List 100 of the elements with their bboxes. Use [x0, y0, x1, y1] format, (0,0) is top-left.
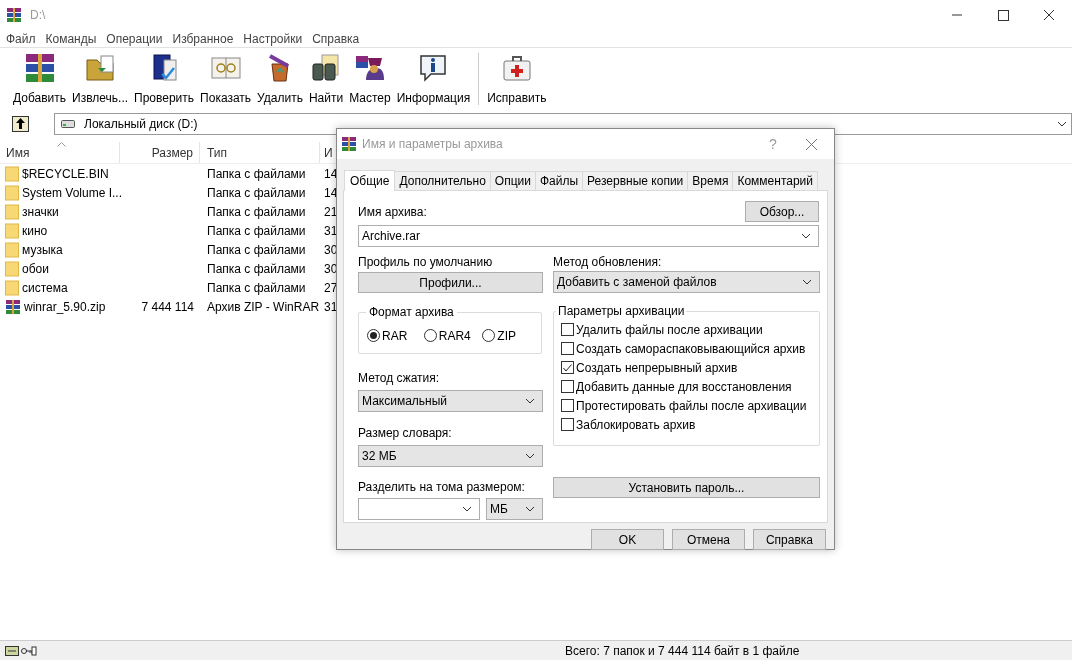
- toolbar-button[interactable]: Мастер: [346, 51, 394, 107]
- archive-books-icon: [6, 7, 22, 23]
- file-size: 7 444 114: [141, 298, 194, 316]
- checkbox[interactable]: [561, 380, 574, 393]
- folder-document-icon: [84, 52, 117, 84]
- radio-option[interactable]: RAR: [367, 326, 424, 345]
- column-header[interactable]: Размер: [120, 142, 200, 163]
- file-name[interactable]: $RECYCLE.BIN: [22, 164, 109, 183]
- dialog-title: Имя и параметры архива: [362, 136, 504, 153]
- column-header[interactable]: Тип: [200, 142, 320, 163]
- tab[interactable]: Комментарий: [733, 171, 818, 190]
- volume-size-field[interactable]: [358, 498, 480, 520]
- browse-button[interactable]: Обзор...: [745, 201, 819, 222]
- folder-icon: [5, 184, 19, 201]
- dropdown[interactable]: 32 МБ: [358, 445, 543, 467]
- tab[interactable]: Файлы: [535, 171, 584, 190]
- checkmark-icon: [563, 363, 572, 372]
- table-cell-text: 14: [324, 165, 338, 183]
- dropdown[interactable]: МБ: [486, 498, 543, 520]
- file-name[interactable]: музыка: [22, 240, 63, 259]
- file-name[interactable]: обои: [22, 259, 49, 278]
- maximize-icon: [997, 9, 1009, 21]
- menu-item[interactable]: Избранное: [167, 29, 239, 48]
- dialog-button[interactable]: Справка: [753, 529, 826, 550]
- toolbar-button[interactable]: Удалить: [254, 51, 306, 107]
- checkbox[interactable]: [561, 361, 574, 374]
- dropdown[interactable]: Добавить с заменой файлов: [553, 271, 820, 293]
- close-icon: [1043, 9, 1055, 21]
- toolbar-button[interactable]: Добавить: [10, 51, 70, 107]
- checkbox-option[interactable]: Удалить файлы после архивации: [561, 323, 819, 336]
- drive-icon: [5, 645, 19, 656]
- checkbox-option[interactable]: Добавить данные для восстановления: [561, 380, 819, 393]
- chevron-down-icon: [525, 398, 535, 404]
- checkbox[interactable]: [561, 323, 574, 336]
- checkbox[interactable]: [561, 418, 574, 431]
- field-label: Имя архива:: [358, 204, 427, 221]
- toolbar-button[interactable]: Найти: [305, 51, 347, 107]
- archive-books-icon: [341, 136, 357, 152]
- tab[interactable]: Общие: [344, 170, 396, 191]
- checkbox-option[interactable]: Создать самораспаковывающийся архив: [561, 342, 819, 355]
- sort-ascending-icon: [57, 142, 66, 147]
- file-name[interactable]: кино: [22, 221, 48, 240]
- up-folder-button[interactable]: [12, 115, 29, 132]
- drive-icon: [61, 119, 75, 128]
- toolbar-button[interactable]: Извлечь...: [69, 51, 132, 107]
- menu-item[interactable]: Настройки: [238, 29, 308, 48]
- toolbar-button[interactable]: Исправить: [484, 51, 550, 107]
- radio-button[interactable]: [423, 329, 437, 342]
- dialog-button[interactable]: Отмена: [672, 529, 745, 550]
- file-type: Папка с файлами: [207, 279, 306, 297]
- menu-item[interactable]: Операции: [101, 29, 168, 48]
- checkbox-option[interactable]: Создать непрерывный архив: [561, 361, 819, 374]
- tab[interactable]: Резервные копии: [583, 171, 689, 190]
- chevron-down-icon: [1057, 120, 1067, 127]
- checkbox[interactable]: [561, 342, 574, 355]
- table-cell-text: 31: [324, 298, 338, 316]
- tab[interactable]: Время: [688, 171, 734, 190]
- radio-button[interactable]: [482, 329, 496, 342]
- chevron-down-icon: [801, 233, 811, 239]
- toolbar-button[interactable]: Проверить: [131, 51, 198, 107]
- dialog-button[interactable]: OK: [591, 529, 664, 550]
- group-title: Параметры архивации: [556, 304, 687, 318]
- menu-item[interactable]: Файл: [1, 29, 41, 48]
- radio-option[interactable]: ZIP: [482, 326, 541, 345]
- file-name[interactable]: winrar_5.90.zip: [24, 297, 106, 316]
- window-title: D:\: [30, 7, 46, 24]
- file-type: Папка с файлами: [207, 241, 306, 259]
- field-label: Разделить на тома размером:: [358, 479, 526, 496]
- profiles-button[interactable]: Профили...: [358, 272, 543, 293]
- field-label: Профиль по умолчанию: [358, 254, 494, 269]
- field-label: Метод сжатия:: [358, 370, 441, 387]
- toolbar-button[interactable]: Показать: [197, 51, 255, 107]
- file-type: Папка с файлами: [207, 203, 306, 221]
- column-header[interactable]: Имя: [0, 142, 120, 163]
- file-name[interactable]: System Volume I...: [22, 183, 123, 202]
- archive-name-field[interactable]: Archive.rar: [358, 225, 819, 247]
- radio-option[interactable]: RAR4: [423, 326, 483, 345]
- checkbox-option[interactable]: Заблокировать архив: [561, 418, 819, 431]
- file-name[interactable]: система: [22, 278, 68, 297]
- table-cell-text: 31: [324, 222, 338, 240]
- table-cell-text: 14: [324, 184, 338, 202]
- chevron-down-icon: [462, 506, 472, 512]
- set-password-button[interactable]: Установить пароль...: [553, 477, 820, 498]
- file-type: Папка с файлами: [207, 222, 306, 240]
- file-type: Папка с файлами: [207, 165, 306, 183]
- group-title: Формат архива: [366, 305, 457, 319]
- radio-button[interactable]: [367, 329, 380, 342]
- toolbar-button[interactable]: Информация: [393, 51, 474, 107]
- up-arrow-icon: [15, 118, 26, 129]
- dropdown[interactable]: Максимальный: [358, 390, 543, 412]
- checkbox[interactable]: [561, 399, 574, 412]
- tab[interactable]: Дополнительно: [395, 171, 491, 190]
- checkbox-option[interactable]: Протестировать файлы после архивации: [561, 399, 819, 412]
- tab[interactable]: Опции: [490, 171, 536, 190]
- file-name[interactable]: значки: [22, 202, 59, 221]
- menu-item[interactable]: Команды: [40, 29, 102, 48]
- menu-item[interactable]: Справка: [307, 29, 365, 48]
- chevron-down-icon: [525, 453, 535, 459]
- folder-icon: [5, 203, 19, 220]
- books-strap-icon: [23, 52, 56, 84]
